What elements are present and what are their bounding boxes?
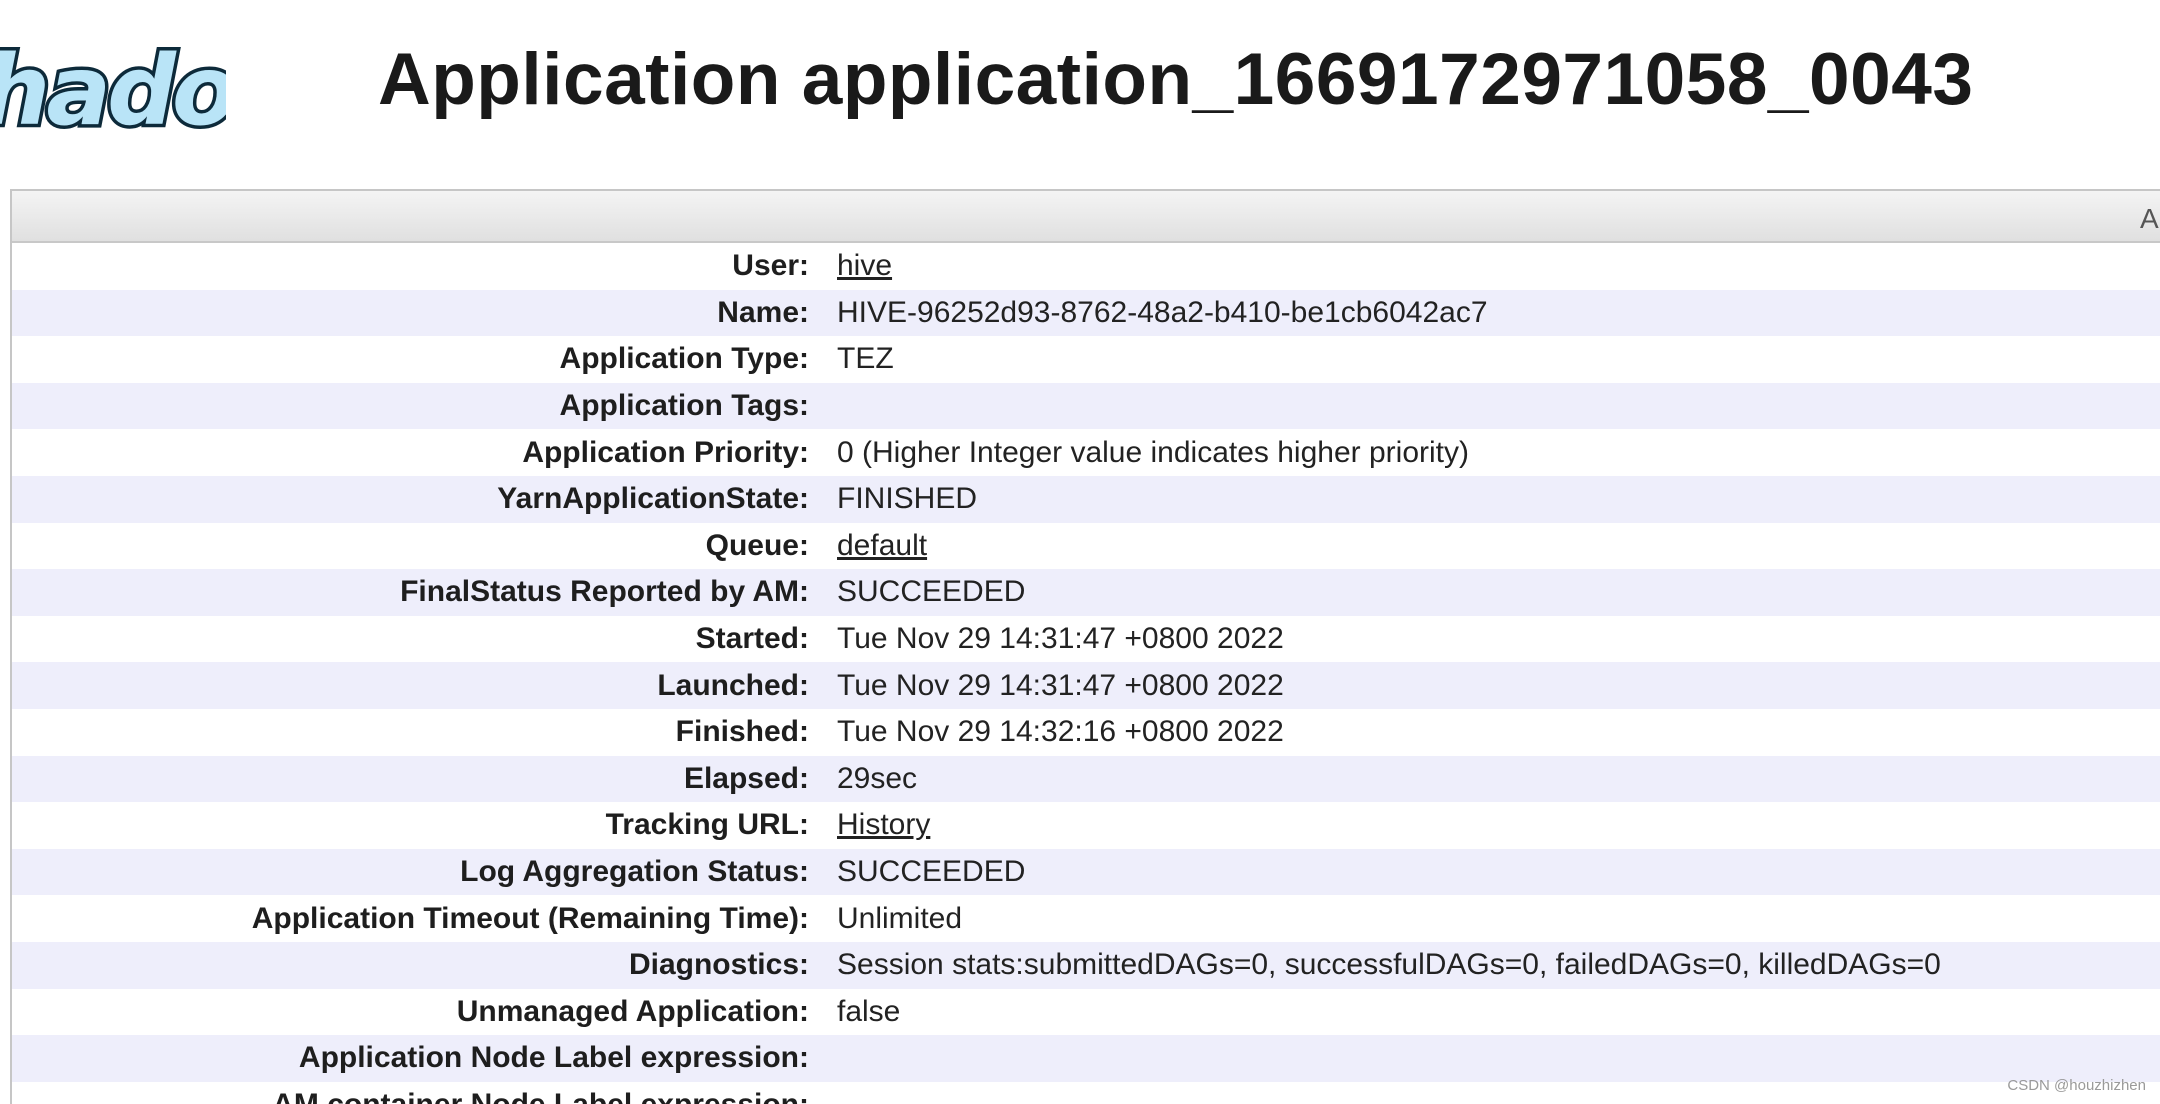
- info-row: Finished: Tue Nov 29 14:32:16 +0800 2022: [12, 709, 2160, 756]
- info-row-value-cell: SUCCEEDED: [837, 569, 2160, 616]
- info-row: Unmanaged Application: false: [12, 989, 2160, 1036]
- info-row-label: Elapsed:: [683, 761, 809, 795]
- info-row: Application Node Label expression:: [12, 1035, 2160, 1082]
- info-row-label: Log Aggregation Status:: [460, 855, 809, 889]
- info-row-label: User:: [732, 249, 809, 283]
- info-row-value: 0 (Higher Integer value indicates higher…: [837, 435, 1469, 469]
- info-row-value-cell: History: [837, 802, 2160, 849]
- info-row-label: Application Timeout (Remaining Time):: [251, 901, 809, 935]
- panel-header-bar[interactable]: A: [12, 191, 2160, 243]
- watermark: CSDN @houzhizhen: [2007, 1077, 2146, 1094]
- info-row: Log Aggregation Status: SUCCEEDED: [12, 848, 2160, 896]
- info-row-value-cell: default: [837, 523, 2160, 570]
- info-row-label: Tracking URL:: [605, 808, 809, 842]
- info-row-value-cell: TEZ: [837, 336, 2160, 383]
- info-row: YarnApplicationState: FINISHED: [12, 475, 2160, 523]
- info-row-value: Tue Nov 29 14:31:47 +0800 2022: [837, 622, 1284, 656]
- svg-text:hadoop: hadoop: [0, 35, 226, 147]
- info-row-value-cell: Unlimited: [837, 895, 2160, 942]
- info-row: Application Tags:: [12, 382, 2160, 430]
- info-row-label: Finished:: [675, 715, 809, 749]
- info-row-value: SUCCEEDED: [837, 855, 1026, 889]
- info-row-link[interactable]: default: [837, 529, 927, 562]
- info-row-value-cell: hive: [837, 243, 2160, 290]
- info-row-value: Session stats:submittedDAGs=0, successfu…: [837, 948, 1941, 982]
- info-row-label: YarnApplicationState:: [497, 482, 809, 516]
- info-row: Diagnostics: Session stats:submittedDAGs=…: [12, 941, 2160, 989]
- info-row-value-cell: Tue Nov 29 14:31:47 +0800 2022: [837, 616, 2160, 663]
- info-row-value-cell: false: [837, 989, 2160, 1036]
- info-row: AM container Node Label expression:: [12, 1082, 2160, 1104]
- info-row-value-cell: SUCCEEDED: [837, 849, 2160, 896]
- info-row: FinalStatus Reported by AM: SUCCEEDED: [12, 569, 2160, 616]
- info-row: Application Type: TEZ: [12, 336, 2160, 383]
- info-row: Started: Tue Nov 29 14:31:47 +0800 2022: [12, 616, 2160, 663]
- application-info-table: User: hive Name: HIVE-96252d93-8762-48a2-b4…: [12, 243, 2160, 1104]
- info-row-value-cell: HIVE-96252d93-8762-48a2-b410-be1cb6042ac…: [837, 290, 2160, 337]
- info-row-value-cell: FINISHED: [837, 476, 2160, 523]
- info-row-value-cell: [837, 383, 2160, 430]
- info-row-value: SUCCEEDED: [837, 575, 1026, 609]
- info-row-label: Application Tags:: [559, 389, 809, 423]
- info-row-value: TEZ: [837, 342, 894, 376]
- info-row-value: Unlimited: [837, 901, 963, 935]
- info-row-value-cell: [837, 1082, 2160, 1104]
- info-row-label: Application Priority:: [522, 435, 809, 469]
- info-row-label: Queue:: [705, 528, 809, 562]
- info-row-label: Diagnostics:: [628, 948, 809, 982]
- info-row-label: FinalStatus Reported by AM:: [400, 575, 809, 609]
- application-overview-panel: A User: hive Name: HIVE-96252d93-8762-48a2-…: [10, 189, 2160, 1104]
- info-row-label: Application Type:: [559, 342, 809, 376]
- info-row: Application Priority: 0 (Higher Integer v…: [12, 429, 2160, 476]
- info-row-value: 29sec: [837, 761, 918, 795]
- info-row-label: Unmanaged Application:: [456, 994, 809, 1028]
- info-row-value-cell: Session stats:submittedDAGs=0, successfu…: [837, 942, 2160, 989]
- info-row-value-cell: 29sec: [837, 756, 2160, 803]
- info-row-value-cell: [837, 1035, 2160, 1082]
- info-row-value: Tue Nov 29 14:32:16 +0800 2022: [837, 715, 1284, 749]
- info-row-value: FINISHED: [837, 482, 978, 516]
- info-row-label: Name:: [717, 295, 809, 329]
- info-row-label: AM container Node Label expression:: [12, 1082, 837, 1104]
- info-row-label: Launched:: [657, 668, 809, 702]
- info-row-value: Tue Nov 29 14:31:47 +0800 2022: [837, 668, 1284, 702]
- info-row: Tracking URL: History: [12, 802, 2160, 849]
- info-row: Launched: Tue Nov 29 14:31:47 +0800 2022: [12, 662, 2160, 709]
- info-row-value-cell: Tue Nov 29 14:31:47 +0800 2022: [837, 662, 2160, 709]
- info-row-value: HIVE-96252d93-8762-48a2-b410-be1cb6042ac…: [837, 295, 1488, 329]
- info-row: Application Timeout (Remaining Time): Unl…: [12, 895, 2160, 942]
- info-row-value-cell: 0 (Higher Integer value indicates higher…: [837, 429, 2160, 476]
- page-header: hadoop Application application_166917297…: [0, 0, 2160, 186]
- panel-header-label: A: [2140, 203, 2159, 234]
- logo-text: hadoop: [0, 35, 226, 147]
- info-row: Queue: default: [12, 523, 2160, 570]
- info-row: Name: HIVE-96252d93-8762-48a2-b410-be1cb6…: [12, 289, 2160, 337]
- info-row: User: hive: [12, 243, 2160, 290]
- info-row-label: Started:: [695, 622, 809, 656]
- info-row-link[interactable]: hive: [837, 249, 892, 282]
- page-title: Application application_1669172971058_00…: [378, 39, 1974, 120]
- info-row: Elapsed: 29sec: [12, 755, 2160, 803]
- hadoop-logo[interactable]: hadoop: [0, 24, 226, 154]
- info-row-label: Application Node Label expression:: [298, 1041, 809, 1075]
- info-row-value-cell: Tue Nov 29 14:32:16 +0800 2022: [837, 709, 2160, 756]
- info-row-value: false: [837, 994, 901, 1028]
- info-row-link[interactable]: History: [837, 808, 930, 841]
